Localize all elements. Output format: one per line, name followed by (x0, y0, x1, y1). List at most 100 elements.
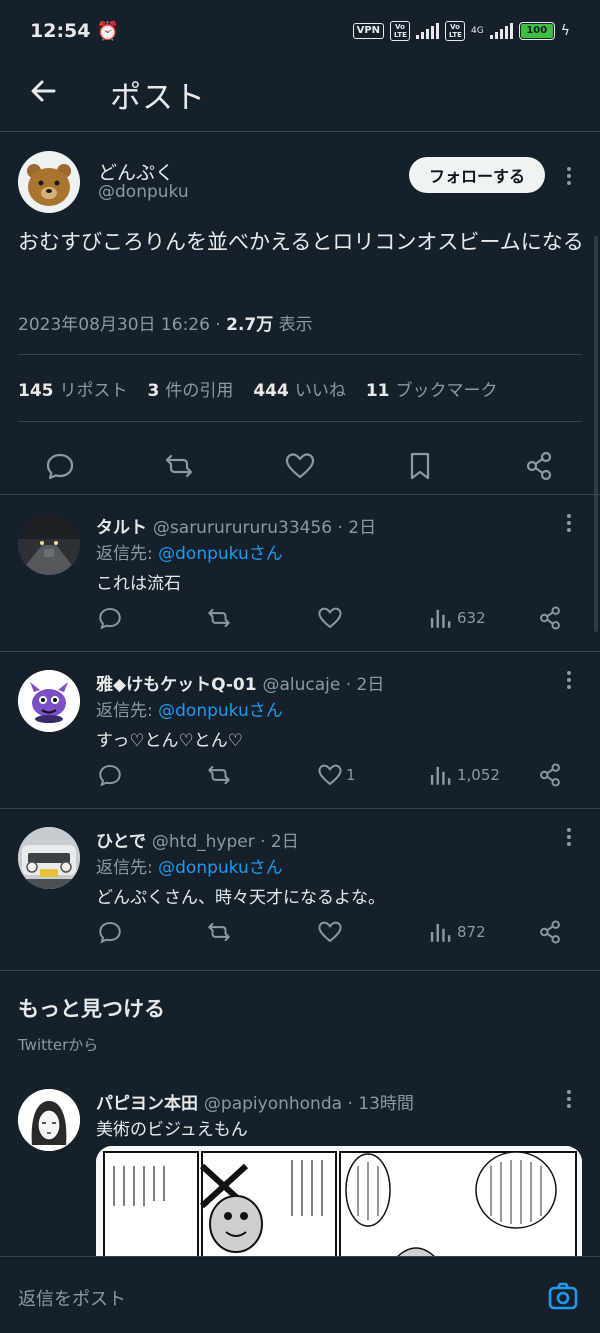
reply-text: どんぷくさん、時々天才になるよな。 (96, 888, 385, 908)
reply-text: これは流石 (96, 574, 181, 594)
repost-icon[interactable] (206, 762, 232, 788)
back-arrow-icon[interactable] (28, 76, 58, 106)
discover-author[interactable]: パピヨン本田 @papiyonhonda · 13時間 (96, 1089, 414, 1114)
like-icon[interactable] (317, 762, 343, 788)
vpn-badge: VPN (352, 23, 385, 39)
reply-item[interactable]: タルト @sarururururu33456 · 2日 返信先: @donpuk… (0, 495, 600, 652)
reply-avatar[interactable] (18, 513, 80, 575)
tunnel-photo-avatar (18, 513, 80, 575)
share-icon[interactable] (537, 762, 563, 788)
status-icons: VPN Vo LTE Vo LTE 4G 100 ϟ (352, 21, 570, 41)
like-icon[interactable] (317, 919, 343, 945)
status-bar: 12:54 ⏰ VPN Vo LTE Vo LTE 4G 100 ϟ (0, 0, 600, 62)
tweet-meta: 2023年08月30日 16:26 · 2.7万 表示 (18, 310, 313, 335)
analytics-icon[interactable] (428, 605, 454, 631)
charging-icon: ϟ (560, 23, 570, 39)
more-options-icon[interactable] (559, 1087, 579, 1111)
reply-item[interactable]: 雅◆けもケットQ-01 @alucaje · 2日 返信先: @donpukuさ… (0, 652, 600, 809)
manga-image[interactable] (96, 1146, 582, 1258)
more-options-icon[interactable] (559, 825, 579, 849)
follow-button[interactable]: フォローする (409, 157, 545, 193)
camera-icon[interactable] (547, 1280, 579, 1312)
views-label: 表示 (273, 315, 313, 335)
tweet-actions (0, 438, 600, 498)
mention-link[interactable]: @donpukuさん (158, 701, 283, 721)
like-icon[interactable] (317, 605, 343, 631)
reply-handle: @htd_hyper · 2日 (151, 832, 299, 852)
discover-subtitle: Twitterから (18, 1036, 99, 1054)
more-options-icon[interactable] (559, 511, 579, 535)
reply-composer[interactable]: 返信をポスト (0, 1256, 600, 1333)
reply-icon[interactable] (97, 919, 123, 945)
mention-link[interactable]: @donpukuさん (158, 544, 283, 564)
car-photo-avatar (18, 827, 80, 889)
network-type: 4G (471, 26, 484, 36)
author-avatar[interactable] (18, 151, 80, 213)
gesture-bar (0, 1326, 600, 1333)
page-title: ポスト (110, 80, 206, 116)
tweet-text: おむすびころりんを並べかえるとロリコンオスビームになる (18, 230, 584, 254)
reply-handle: @sarururururu33456 · 2日 (152, 518, 377, 538)
mention-link[interactable]: @donpukuさん (158, 858, 283, 878)
repost-icon[interactable] (163, 450, 195, 482)
divider (0, 970, 600, 971)
view-count: 872 (457, 923, 486, 941)
divider (18, 354, 582, 355)
reply-icon[interactable] (97, 605, 123, 631)
discover-avatar[interactable] (18, 1089, 80, 1151)
bear-avatar-icon (27, 164, 71, 206)
reply-to: 返信先: @donpukuさん (96, 701, 283, 721)
share-icon[interactable] (537, 605, 563, 631)
monster-avatar-icon (18, 670, 80, 732)
reply-avatar[interactable] (18, 670, 80, 732)
status-time: 12:54 (30, 20, 91, 42)
stat-quotes[interactable]: 3 件の引用 (148, 376, 234, 401)
like-icon[interactable] (284, 450, 316, 482)
author-name[interactable]: どんぷく (98, 158, 174, 185)
alarm-icon: ⏰ (96, 20, 119, 42)
reply-actions: 872 (0, 919, 600, 955)
repost-icon[interactable] (206, 919, 232, 945)
view-count: 1,052 (457, 766, 500, 784)
reply-icon[interactable] (44, 450, 76, 482)
discover-text: 美術のビジュえもん (96, 1120, 248, 1140)
reply-avatar[interactable] (18, 827, 80, 889)
analytics-icon[interactable] (428, 919, 454, 945)
manga-illustration (96, 1146, 582, 1258)
more-options-icon[interactable] (559, 668, 579, 692)
signal-icon (416, 23, 440, 39)
view-count: 632 (457, 609, 486, 627)
divider (18, 421, 582, 422)
reply-text: すっ♡とん♡とん♡ (96, 731, 244, 751)
reply-author[interactable]: 雅◆けもケットQ-01 @alucaje · 2日 (96, 670, 384, 695)
top-bar: ポスト (0, 62, 600, 132)
share-icon[interactable] (537, 919, 563, 945)
reply-icon[interactable] (97, 762, 123, 788)
view-count: 2.7万 (226, 315, 274, 335)
discover-handle: @papiyonhonda · 13時間 (203, 1094, 414, 1114)
reply-item[interactable]: ひとで @htd_hyper · 2日 返信先: @donpukuさん どんぷく… (0, 809, 600, 971)
reply-author[interactable]: ひとで @htd_hyper · 2日 (96, 827, 299, 852)
share-icon[interactable] (523, 450, 555, 482)
more-options-icon[interactable] (559, 164, 579, 188)
author-handle[interactable]: @donpuku (98, 182, 189, 202)
battery-level: 100 (520, 24, 553, 38)
battery-icon: 100 (518, 22, 555, 40)
like-count: 1 (346, 766, 356, 784)
reply-to: 返信先: @donpukuさん (96, 858, 283, 878)
analytics-icon[interactable] (428, 762, 454, 788)
reply-input-placeholder[interactable]: 返信をポスト (18, 1285, 126, 1311)
stat-reposts[interactable]: 145 リポスト (18, 376, 128, 401)
repost-icon[interactable] (206, 605, 232, 631)
manga-face-avatar (18, 1089, 80, 1151)
stat-bookmarks[interactable]: 11 ブックマーク (366, 376, 498, 401)
reply-to: 返信先: @donpukuさん (96, 544, 283, 564)
volte-badge-2: Vo LTE (445, 21, 466, 41)
stat-likes[interactable]: 444 いいね (253, 376, 346, 401)
reply-author[interactable]: タルト @sarururururu33456 · 2日 (96, 513, 376, 538)
bookmark-icon[interactable] (404, 450, 436, 482)
engagement-stats: 145 リポスト 3 件の引用 444 いいね 11 ブックマーク (18, 376, 498, 401)
volte-badge: Vo LTE (390, 21, 411, 41)
reply-actions: 1 1,052 (0, 762, 600, 798)
signal-icon-2 (489, 23, 513, 39)
